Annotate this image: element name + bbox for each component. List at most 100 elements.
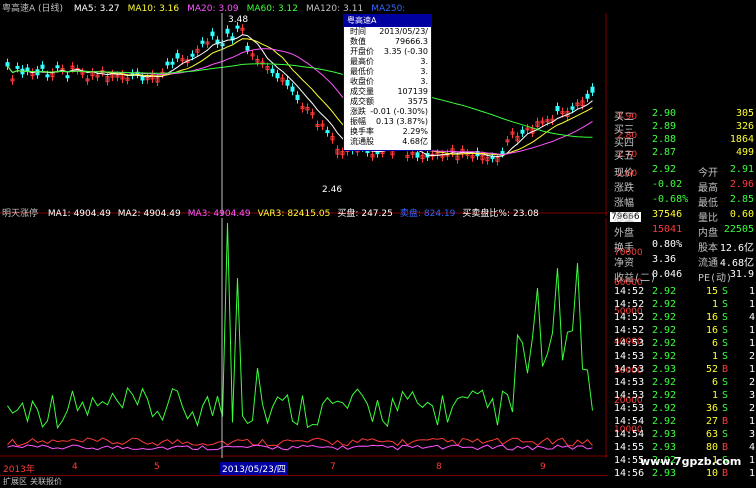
- tooltip-row: 收盘价 3.: [344, 77, 431, 87]
- ma-item: MA5: 3.27: [74, 4, 120, 14]
- quote-value: 37546: [652, 209, 683, 220]
- data-tooltip: 粤高速A 时间 2013/05/23/数值 79666.3 开盘价 3.35 (-0.3…: [343, 14, 432, 151]
- indicator-item: 买盘: 247.25: [337, 209, 393, 219]
- tick-time: 14:54: [614, 429, 645, 440]
- tick-row: 14:54 2.92 27 B 1: [612, 416, 756, 429]
- indicator-value: 4904.49: [73, 209, 111, 219]
- tick-direction: S: [722, 338, 729, 349]
- tooltip-value: 79666.3: [394, 37, 428, 46]
- tooltip-key: 收盘价: [350, 77, 374, 86]
- indicator-label: MA1:: [47, 209, 71, 219]
- orderbook-volume: 499: [735, 147, 754, 158]
- month-label: 8: [436, 462, 442, 472]
- tick-price: 2.92: [652, 390, 677, 401]
- orderbook-volume: 326: [735, 121, 754, 132]
- tick-row: 14:55 2.93 80 B 4: [612, 442, 756, 455]
- candle-body: [415, 152, 420, 158]
- indicator-chart[interactable]: [0, 218, 608, 458]
- tick-row: 14:53 2.93 52 B 1: [612, 364, 756, 377]
- quote-label: 量比: [698, 213, 718, 224]
- indicator-item: 买卖盘比%: 23.08: [462, 209, 538, 219]
- tick-price: 2.92: [652, 403, 677, 414]
- indicator-values: MA1: 4904.49 MA2: 4904.49 MA3: 4904.49 VAR3: 82…: [41, 209, 539, 219]
- indicator-item: MA2: 4904.49: [118, 209, 181, 219]
- tick-count: 3: [748, 429, 755, 440]
- quote-value: 0.046: [652, 269, 683, 280]
- tick-direction: B: [722, 364, 729, 375]
- candle-body: [200, 40, 205, 44]
- candle-body: [55, 65, 60, 69]
- quote-row: 涨幅 -0.68% 最低 2.85: [612, 194, 756, 209]
- tooltip-value: 0.13 (3.87%): [375, 117, 428, 126]
- tick-volume: 16: [705, 312, 718, 323]
- ma-line: [7, 34, 593, 158]
- orderbook-label: 买五: [614, 151, 634, 162]
- indicator-value: 4904.49: [213, 209, 251, 219]
- indicator-value: 82415.05: [287, 209, 331, 219]
- indicator-item: MA1: 4904.49: [48, 209, 111, 219]
- tab-related-quotes[interactable]: 关联报价: [30, 476, 62, 488]
- tick-volume: 15: [705, 286, 718, 297]
- quote-row: 外盘 15041 内盘 22505: [612, 224, 756, 239]
- tick-price: 2.92: [652, 299, 677, 310]
- tick-volume: 10: [705, 468, 718, 479]
- candle-body: [590, 86, 595, 93]
- indicator-value: 23.08: [513, 209, 539, 219]
- quote-label: 流通: [698, 258, 718, 269]
- price-chart[interactable]: [0, 13, 608, 216]
- candle-body: [15, 65, 20, 69]
- tick-direction: B: [722, 416, 729, 427]
- quote-value: -0.02: [652, 179, 683, 190]
- tick-price: 2.93: [652, 442, 677, 453]
- tick-time: 14:55: [614, 442, 645, 453]
- tick-price: 2.92: [652, 286, 677, 297]
- chart-area[interactable]: [0, 0, 608, 487]
- bottom-tabs: 扩展区 关联报价: [0, 475, 608, 488]
- indicator-label: MA2:: [117, 209, 141, 219]
- quote-label: 净资: [614, 258, 634, 269]
- tick-count: 1: [748, 286, 755, 297]
- candle-body: [5, 62, 10, 67]
- tooltip-value: 2.29%: [402, 127, 428, 136]
- tick-row: 14:52 2.92 16 S 4: [612, 312, 756, 325]
- tab-extension-area[interactable]: 扩展区: [3, 476, 27, 488]
- quote-label: 现价: [614, 168, 634, 179]
- candle-body: [520, 129, 525, 134]
- candle-body: [140, 76, 145, 81]
- ma-item: MA60: 3.12: [247, 4, 298, 14]
- quote-row: 总量 37546 量比 0.60: [612, 209, 756, 224]
- orderbook-price: 2.89: [652, 121, 677, 132]
- quote-value: 2.92: [652, 164, 677, 175]
- tooltip-row: 最低价 3.: [344, 67, 431, 77]
- orderbook-price: 2.88: [652, 134, 677, 145]
- quote-value: 2.91: [729, 164, 754, 175]
- candle-body: [45, 74, 50, 78]
- tooltip-value: 2013/05/23/: [379, 27, 428, 36]
- tick-price: 2.92: [652, 325, 677, 336]
- tooltip-row: 换手率 2.29%: [344, 127, 431, 137]
- quote-label: 总量: [614, 213, 634, 224]
- indicator-item: MA3: 4904.49: [188, 209, 251, 219]
- tooltip-key: 最高价: [350, 57, 374, 66]
- tick-price: 2.92: [652, 338, 677, 349]
- tick-count: 1: [748, 299, 755, 310]
- month-label: 7: [330, 462, 336, 472]
- tick-volume: 52: [705, 364, 718, 375]
- indicator-name: 明天涨停: [2, 209, 39, 219]
- quote-label: 外盘: [614, 228, 634, 239]
- tick-direction: S: [722, 429, 729, 440]
- tooltip-row: 最高价 3.: [344, 57, 431, 67]
- tooltip-key: 数值: [350, 37, 366, 46]
- quote-label: PE(动): [698, 273, 733, 284]
- orderbook-row: 买五 2.87 499: [612, 147, 756, 162]
- tick-time: 14:53: [614, 338, 645, 349]
- candle-body: [190, 53, 195, 57]
- indicator-line: [7, 222, 593, 430]
- tooltip-row: 成交量 107139: [344, 87, 431, 97]
- candle-body: [270, 68, 275, 74]
- tick-direction: S: [722, 403, 729, 414]
- indicator-item: VAR3: 82415.05: [258, 209, 331, 219]
- tooltip-row: 成交额 3575: [344, 97, 431, 107]
- quote-value: -0.68%: [652, 194, 689, 205]
- tooltip-key: 换手率: [350, 127, 374, 136]
